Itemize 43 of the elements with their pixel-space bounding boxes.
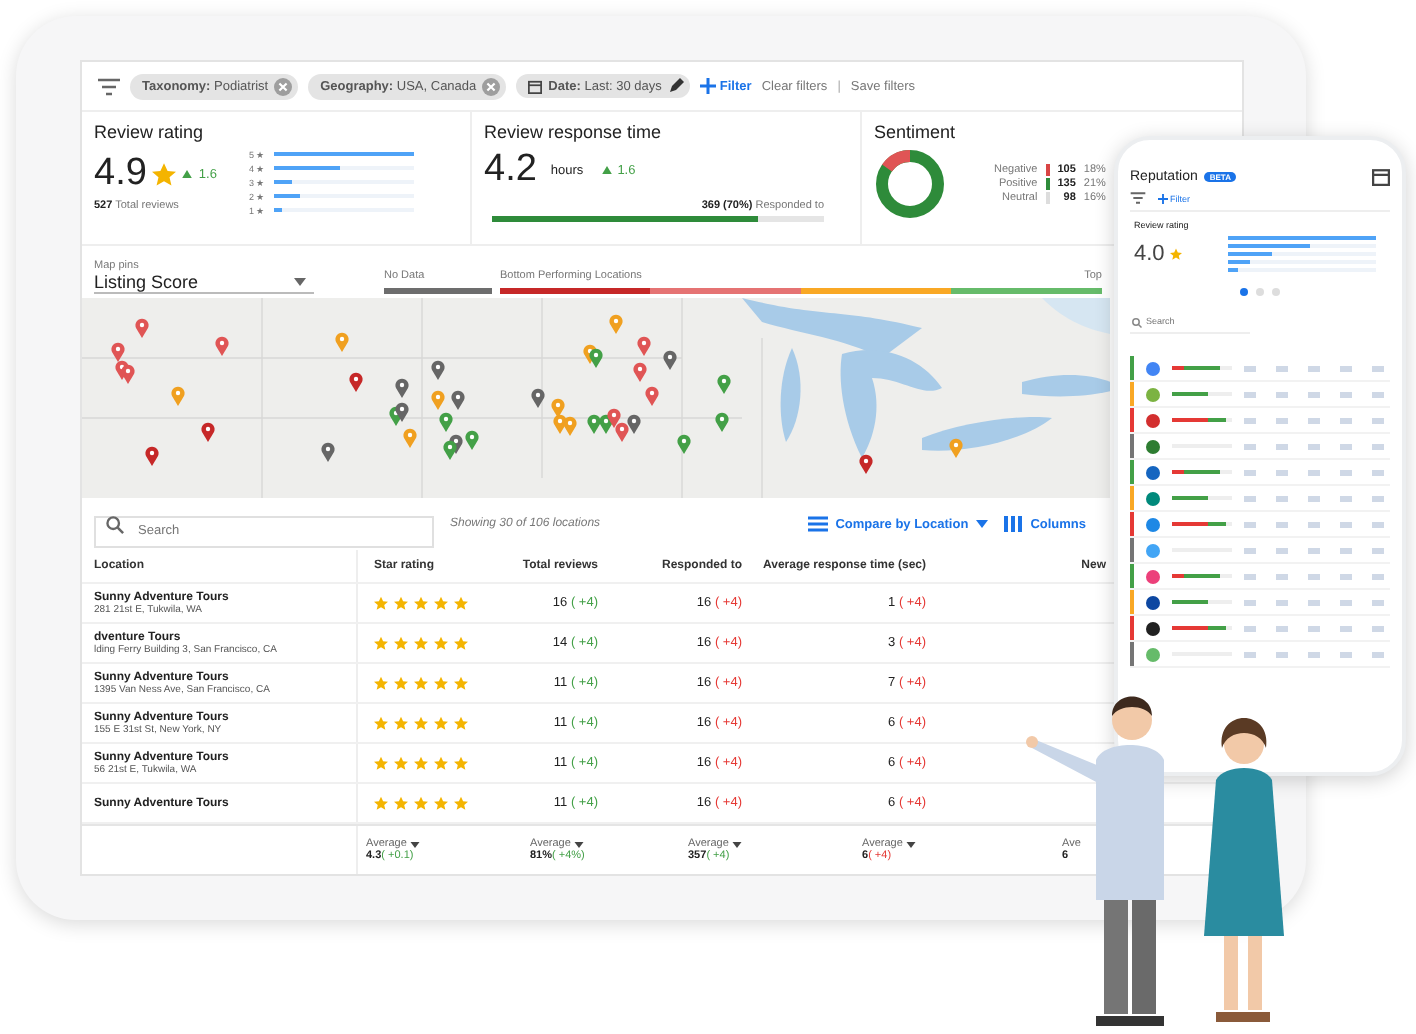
caret-icon bbox=[410, 841, 421, 847]
filter-icon[interactable] bbox=[1130, 192, 1146, 204]
rating-breakdown-bar bbox=[1172, 573, 1232, 579]
rating-breakdown-bar bbox=[1172, 365, 1232, 371]
caret-icon bbox=[976, 520, 989, 528]
caret-icon bbox=[732, 841, 743, 847]
filter-icon[interactable] bbox=[98, 77, 120, 95]
response-time-value: 4.2 bbox=[484, 148, 537, 192]
list-icon bbox=[807, 516, 828, 532]
carousel-dot[interactable] bbox=[1240, 288, 1248, 296]
rating-value: 4.0 bbox=[1134, 242, 1165, 266]
carousel-dot[interactable] bbox=[1256, 288, 1264, 296]
star-icon bbox=[1170, 248, 1183, 260]
rating-breakdown-bar bbox=[1172, 495, 1232, 501]
card-title: Review rating bbox=[94, 122, 206, 142]
caret-icon bbox=[906, 841, 917, 847]
card-title: Review response time bbox=[484, 122, 664, 142]
card-title: Sentiment bbox=[874, 122, 958, 142]
rating-value: 4.9 bbox=[94, 152, 147, 196]
plus-icon bbox=[1158, 193, 1168, 203]
up-triangle-icon bbox=[601, 166, 612, 174]
caret-icon bbox=[294, 278, 306, 286]
pencil-icon[interactable] bbox=[667, 78, 684, 94]
up-triangle-icon bbox=[182, 170, 193, 178]
columns-icon bbox=[1004, 516, 1023, 532]
search-icon bbox=[1132, 318, 1142, 328]
star-icon bbox=[152, 162, 177, 186]
rating-breakdown-bar bbox=[1172, 469, 1232, 475]
rating-breakdown-bar bbox=[1172, 599, 1232, 605]
legend-bar bbox=[384, 288, 492, 294]
calendar-icon bbox=[528, 79, 543, 93]
rating-breakdown-bar bbox=[1172, 391, 1232, 397]
donut-drawing bbox=[874, 148, 946, 220]
carousel-dot[interactable] bbox=[1272, 288, 1280, 296]
search-icon bbox=[106, 516, 124, 534]
plus-icon bbox=[699, 78, 716, 94]
rating-breakdown-bar bbox=[1172, 521, 1232, 527]
rating-breakdown-bar bbox=[1172, 417, 1232, 423]
close-icon[interactable] bbox=[274, 77, 293, 95]
rating-breakdown-bar bbox=[1172, 625, 1232, 631]
close-icon[interactable] bbox=[482, 77, 501, 95]
caret-icon bbox=[574, 841, 585, 847]
calendar-icon[interactable] bbox=[1372, 168, 1390, 186]
